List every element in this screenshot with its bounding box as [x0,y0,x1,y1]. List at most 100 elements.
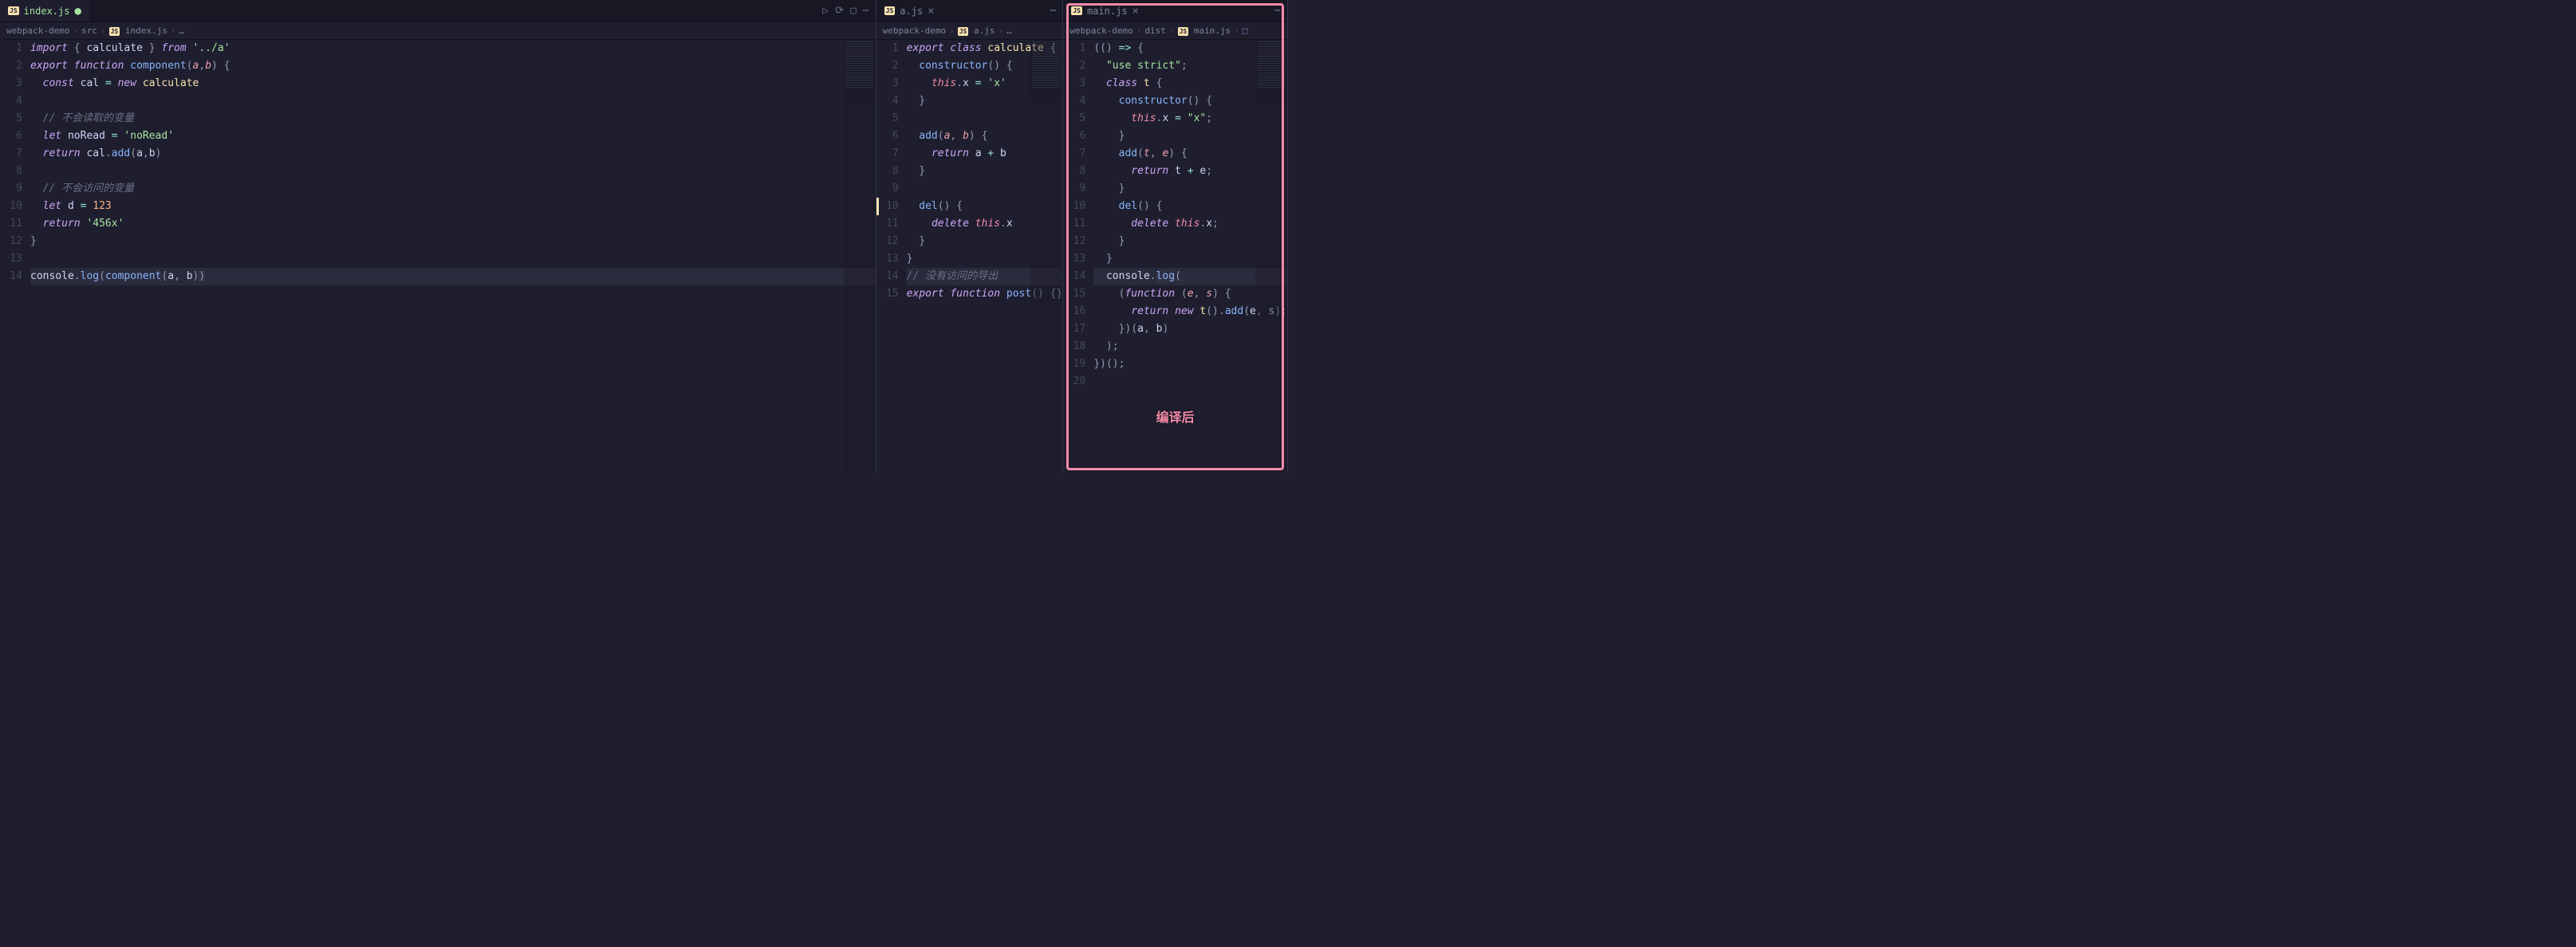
code-line[interactable]: } [30,233,876,250]
line-number: 10 [0,198,22,215]
line-number: 13 [876,250,899,268]
line-number: 15 [1063,285,1085,303]
code-line[interactable]: // 不会访问的变量 [30,180,876,198]
tab-actions: ▷ ⟳ ▢ ⋯ [822,5,875,17]
breadcrumb-segment[interactable]: JS index.js [109,26,167,36]
line-number: 14 [876,268,899,285]
breadcrumb-segment[interactable]: webpack-demo [1069,26,1132,36]
file-tab[interactable]: JSa.js× [876,0,943,22]
line-number: 6 [0,128,22,145]
breadcrumb-segment[interactable]: ⬚ [1243,26,1248,36]
line-number: 4 [1063,92,1085,110]
action-icon[interactable]: ▷ [822,5,829,17]
breadcrumb-segment[interactable]: src [81,26,97,36]
line-number: 3 [0,75,22,92]
line-number: 2 [1063,57,1085,75]
line-number: 18 [1063,338,1085,356]
close-icon[interactable]: ● [74,5,81,18]
editor-pane: JSindex.js●▷⟳▢⋯webpack-demo›src›JS index… [0,0,876,474]
breadcrumb-segment[interactable]: webpack-demo [6,26,69,36]
file-tab[interactable]: JS main.js × [1063,0,1147,22]
line-number: 6 [1063,128,1085,145]
line-number: 19 [1063,356,1085,373]
breadcrumb-segment[interactable]: webpack-demo [883,26,946,36]
breadcrumb[interactable]: webpack-demo›JS a.js›… [876,22,1063,40]
line-number: 10 [1063,198,1085,215]
tab-actions: ⋯ [1274,5,1287,17]
line-number: 13 [0,250,22,268]
line-gutter: 123456789101112131415 [876,40,907,474]
close-icon[interactable]: × [928,5,934,18]
js-file-icon: JS [958,27,969,36]
line-number: 3 [876,75,899,92]
js-file-icon: JS [8,6,19,15]
minimap[interactable] [844,40,876,474]
action-icon[interactable]: ⋯ [1050,5,1057,17]
line-number: 9 [0,180,22,198]
breadcrumb-segment[interactable]: JS a.js [958,26,995,36]
code-line[interactable]: return '456x' [30,215,876,233]
code-line[interactable]: console.log(component(a, b)) [30,268,876,285]
minimap[interactable] [1255,40,1287,474]
file-tab[interactable]: JS index.js ● [0,0,89,22]
js-file-icon: JS [1071,6,1082,15]
breadcrumb-segment[interactable]: … [179,26,184,36]
line-number: 7 [0,145,22,163]
tab-bar: JS index.js ● ▷ ⟳ ▢ ⋯ [0,0,876,22]
code-line[interactable] [30,163,876,180]
code-line[interactable]: // 不会读取的变量 [30,110,876,128]
tab-filename: index.js [24,6,70,17]
action-icon[interactable]: ▢ [850,5,857,17]
tab-filename: main.js [1087,6,1128,17]
line-number: 12 [876,233,899,250]
line-number: 14 [0,268,22,285]
line-number: 4 [0,92,22,110]
breadcrumb-segment[interactable]: … [1006,26,1012,36]
code-line[interactable]: let d = 123 [30,198,876,215]
line-number: 17 [1063,320,1085,338]
action-icon[interactable]: ⟳ [835,5,844,17]
line-number: 5 [876,110,899,128]
action-icon[interactable]: ⋯ [863,5,869,17]
chevron-right-icon: › [171,26,176,36]
breadcrumb-segment[interactable]: JS main.js [1178,26,1231,36]
breadcrumb[interactable]: webpack-demo›src›JS index.js›… [0,22,876,40]
code-line[interactable]: export function component(a,b) { [30,57,876,75]
line-number: 1 [1063,40,1085,57]
code-editor[interactable]: 1234567891011121314import { calculate } … [0,40,876,474]
code-content[interactable]: import { calculate } from '../a'export f… [30,40,876,474]
breadcrumb[interactable]: webpack-demo›dist›JS main.js›⬚ [1063,22,1287,40]
code-line[interactable] [30,250,876,268]
code-editor[interactable]: 123456789101112131415export class calcul… [876,40,1063,474]
line-number: 5 [1063,110,1085,128]
line-number: 8 [876,163,899,180]
line-gutter: 1234567891011121314 [0,40,30,474]
code-line[interactable]: import { calculate } from '../a' [30,40,876,57]
code-line[interactable]: return cal.add(a,b) [30,145,876,163]
minimap[interactable] [1030,40,1062,474]
chevron-right-icon: › [1169,26,1175,36]
line-number: 1 [876,40,899,57]
code-line[interactable] [30,92,876,110]
code-line[interactable]: const cal = new calculate [30,75,876,92]
line-number: 11 [876,215,899,233]
tab-filename: a.js [900,6,923,17]
line-number: 4 [876,92,899,110]
line-number: 20 [1063,373,1085,391]
breadcrumb-segment[interactable]: dist [1144,26,1166,36]
chevron-right-icon: › [100,26,106,36]
line-number: 13 [1063,250,1085,268]
line-number: 14 [1063,268,1085,285]
line-gutter: 1234567891011121314151617181920 [1063,40,1093,474]
line-number: 8 [0,163,22,180]
diff-marker [876,198,879,215]
code-line[interactable]: let noRead = 'noRead' [30,128,876,145]
tab-actions: ⋯ [1050,5,1063,17]
tab-bar: JS main.js × ⋯ [1063,0,1287,22]
action-icon[interactable]: ⋯ [1274,5,1281,17]
chevron-right-icon: › [73,26,78,36]
line-number: 12 [1063,233,1085,250]
line-number: 2 [0,57,22,75]
editor-pane: JSmain.js×⋯webpack-demo›dist›JS main.js›… [1063,0,1288,474]
close-icon[interactable]: × [1132,5,1139,18]
